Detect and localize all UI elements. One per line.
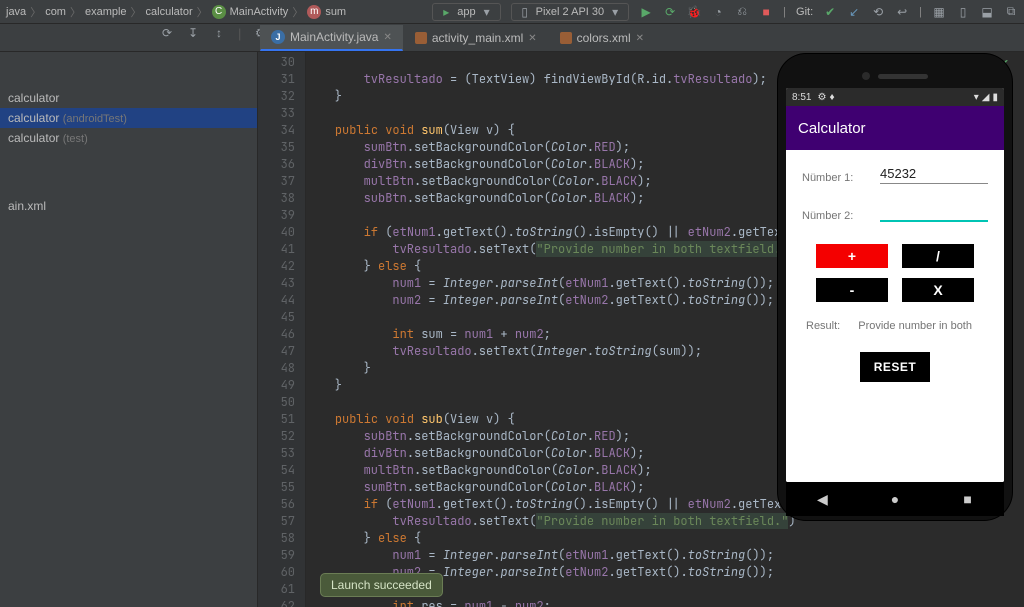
profiler-button[interactable]: ◔: [711, 5, 725, 19]
attach-debugger-button[interactable]: ⎌: [735, 5, 749, 19]
signal-icon: ◢: [982, 92, 990, 103]
xml-file-icon: [560, 32, 572, 44]
tab-label: MainActivity.java: [290, 30, 378, 44]
gutter: 3031323334353637383940414243444546474849…: [258, 52, 306, 607]
back-button[interactable]: ◀: [815, 492, 829, 506]
git-update-icon[interactable]: ↙: [847, 5, 861, 19]
collapse-icon[interactable]: ⟳: [160, 26, 174, 40]
launch-succeeded-balloon: Launch succeeded: [320, 573, 443, 597]
battery-icon: ▮: [992, 92, 998, 103]
method-icon: m: [307, 5, 321, 19]
tab-activity-main[interactable]: activity_main.xml ✕: [404, 26, 548, 51]
phone-icon: ▯: [518, 5, 532, 19]
device-manager-icon[interactable]: ⧉: [1004, 5, 1018, 19]
tree-item: calculator (androidTest): [0, 108, 257, 128]
wifi-icon: ▾: [974, 92, 979, 103]
balloon-text: Launch succeeded: [331, 578, 432, 592]
android-icon: ▸: [439, 5, 453, 19]
debug-button[interactable]: 🐞: [687, 5, 701, 19]
close-icon[interactable]: ✕: [636, 33, 644, 44]
tab-colors[interactable]: colors.xml ✕: [549, 26, 655, 51]
tree-item: calculator (test): [0, 128, 257, 148]
app-bar: Calculator: [786, 106, 1004, 150]
input-num1[interactable]: 45232: [880, 166, 988, 184]
add-button[interactable]: +: [816, 244, 888, 268]
git-label: Git:: [796, 6, 813, 18]
xml-file-icon: [415, 32, 427, 44]
device-combo[interactable]: ▯ Pixel 2 API 30 ▾: [511, 3, 630, 21]
result-label: Result:: [806, 320, 840, 332]
crumb-calculator[interactable]: calculator: [146, 6, 193, 18]
settings-icon: ⚙: [817, 92, 826, 103]
java-file-icon: J: [271, 30, 285, 44]
class-icon: C: [212, 5, 226, 19]
shield-icon: ♦: [829, 92, 834, 103]
input-num2[interactable]: [880, 206, 988, 222]
crumb-method[interactable]: sum: [325, 6, 346, 18]
crumb-class[interactable]: MainActivity: [230, 6, 289, 18]
project-tool-window[interactable]: calculator calculator (androidTest) calc…: [0, 52, 258, 607]
run-config-combo[interactable]: ▸ app ▾: [432, 3, 500, 21]
chevron-down-icon: ▾: [608, 5, 622, 19]
emulator-screen[interactable]: 8:51 ⚙ ♦ ▾ ◢ ▮ Calculator Nümber 1: 4523…: [786, 88, 1004, 482]
recents-button[interactable]: ■: [961, 492, 975, 506]
split-icon[interactable]: ↕: [212, 26, 226, 40]
editor-tabstrip: ⟳ ↧ ↕ | ⚙ ⋮ J MainActivity.java ✕ activi…: [0, 24, 1024, 52]
result-value: Provide number in both: [858, 320, 972, 332]
crumb-com[interactable]: com: [45, 6, 66, 18]
crumb-example[interactable]: example: [85, 6, 127, 18]
emulator-device: 8:51 ⚙ ♦ ▾ ◢ ▮ Calculator Nümber 1: 4523…: [778, 54, 1012, 520]
multiply-button[interactable]: X: [902, 278, 974, 302]
reset-button[interactable]: RESET: [860, 352, 931, 382]
sdk-icon[interactable]: ⬓: [980, 5, 994, 19]
android-nav-bar: ◀ ● ■: [786, 482, 1004, 516]
tab-label: activity_main.xml: [432, 31, 523, 45]
app-title: Calculator: [798, 120, 866, 137]
git-commit-icon[interactable]: ✔: [823, 5, 837, 19]
run-button[interactable]: ▶: [639, 5, 653, 19]
avd-icon[interactable]: ▯: [956, 5, 970, 19]
home-button[interactable]: ●: [888, 492, 902, 506]
device-combo-label: Pixel 2 API 30: [536, 6, 605, 18]
tab-label: colors.xml: [577, 31, 631, 45]
label-num1: Nümber 1:: [802, 172, 862, 184]
close-icon[interactable]: ✕: [383, 32, 391, 43]
stop-button[interactable]: ■: [759, 5, 773, 19]
layout-icon[interactable]: ▦: [932, 5, 946, 19]
chevron-down-icon: ▾: [480, 5, 494, 19]
tree-item: calculator: [0, 88, 257, 108]
tab-mainactivity[interactable]: J MainActivity.java ✕: [260, 25, 403, 51]
status-time: 8:51: [792, 92, 811, 103]
apply-changes-button[interactable]: ⟳: [663, 5, 677, 19]
subtract-button[interactable]: -: [816, 278, 888, 302]
top-toolbar: java〉 com〉 example〉 calculator〉 C MainAc…: [0, 0, 1024, 24]
run-config-label: app: [457, 6, 475, 18]
expand-icon[interactable]: ↧: [186, 26, 200, 40]
speaker-slot: [878, 74, 928, 79]
breadcrumb[interactable]: java〉 com〉 example〉 calculator〉 C MainAc…: [6, 4, 346, 20]
git-revert-icon[interactable]: ↩: [895, 5, 909, 19]
camera-dot: [862, 72, 870, 80]
status-bar: 8:51 ⚙ ♦ ▾ ◢ ▮: [786, 88, 1004, 106]
close-icon[interactable]: ✕: [528, 33, 536, 44]
git-history-icon[interactable]: ⟲: [871, 5, 885, 19]
tree-item: ain.xml: [0, 196, 257, 216]
label-num2: Nümber 2:: [802, 210, 862, 222]
crumb-java[interactable]: java: [6, 6, 26, 18]
divide-button[interactable]: /: [902, 244, 974, 268]
